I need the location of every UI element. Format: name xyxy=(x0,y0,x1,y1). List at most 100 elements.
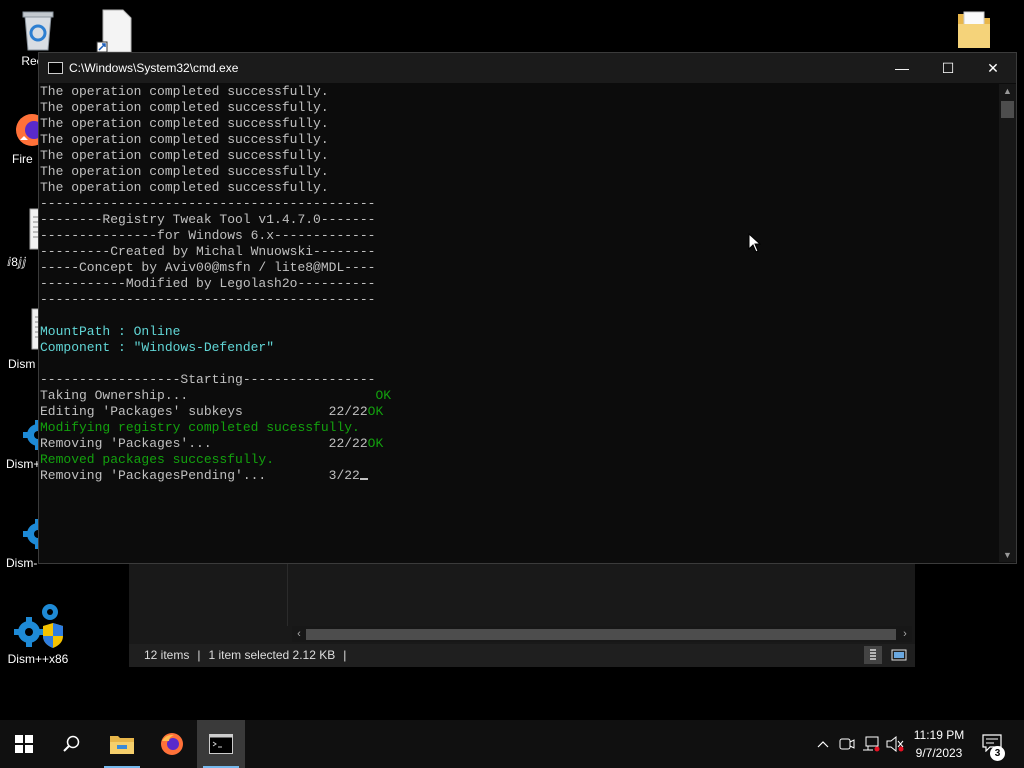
desktop: Recyc Fire ⅈ8ⅉⅉ xyxy=(0,0,1024,720)
console-line: The operation completed successfully. xyxy=(40,180,999,196)
console-line: MountPath : Online xyxy=(40,324,999,340)
camera-tray-button[interactable] xyxy=(837,720,857,768)
start-button[interactable] xyxy=(0,720,48,768)
console-line: Editing 'Packages' subkeys 22/22OK xyxy=(40,404,999,420)
console-line-text: MountPath : Online xyxy=(40,324,181,339)
status-bar: 12 items | 1 item selected 2.12 KB | xyxy=(129,644,915,667)
firefox-icon xyxy=(161,733,183,755)
network-tray-button[interactable] xyxy=(861,720,881,768)
scrollbar-thumb[interactable] xyxy=(306,629,896,640)
volume-tray-button[interactable] xyxy=(884,720,906,768)
console-line: ---------Created by Michal Wnuowski-----… xyxy=(40,244,999,260)
console-line: Modifying registry completed sucessfully… xyxy=(40,420,999,436)
console-line: Removing 'PackagesPending'... 3/22 xyxy=(40,468,999,484)
file-explorer-icon xyxy=(110,736,134,754)
console-line: -----------Modified by Legolash2o-------… xyxy=(40,276,999,292)
console-line: ----------------------------------------… xyxy=(40,196,999,212)
console-line-text: Removing 'PackagesPending'... 3/22 xyxy=(40,468,360,483)
console-line-text: Editing 'Packages' subkeys 22/22 xyxy=(40,404,368,419)
console-line: The operation completed successfully. xyxy=(40,148,999,164)
show-hidden-icons-button[interactable] xyxy=(813,720,833,768)
console-status-padding xyxy=(188,388,375,403)
console-line: -----Concept by Aviv00@msfn / lite8@MDL-… xyxy=(40,260,999,276)
console-line-text: Removing 'Packages'... 22/22 xyxy=(40,436,368,451)
console-line-text: -----------Modified by Legolash2o-------… xyxy=(40,276,376,291)
horizontal-scrollbar[interactable]: ‹ › xyxy=(292,626,912,642)
scrollbar-thumb[interactable] xyxy=(1001,101,1014,118)
console-line: The operation completed successfully. xyxy=(40,164,999,180)
console-line-text: Component : "Windows-Defender" xyxy=(40,340,275,355)
console-output[interactable]: The operation completed successfully. The… xyxy=(39,84,999,562)
desktop-icon-dism-x86[interactable]: Dism++x86 xyxy=(0,600,76,666)
cmd-window[interactable]: C:\Windows\System32\cmd.exe — ☐ ✕ The op… xyxy=(38,52,1017,564)
console-line-text: ----------------------------------------… xyxy=(40,196,376,211)
console-line-text: The operation completed successfully. xyxy=(40,180,329,195)
close-button[interactable]: ✕ xyxy=(970,53,1016,83)
details-view-icon[interactable] xyxy=(864,646,882,664)
console-line: Component : "Windows-Defender" xyxy=(40,340,999,356)
search-button[interactable] xyxy=(48,720,96,768)
console-line-text: The operation completed successfully. xyxy=(40,84,329,99)
minimize-button[interactable]: — xyxy=(879,53,925,83)
console-line: ---------------for Windows 6.x----------… xyxy=(40,228,999,244)
clock-date: 9/7/2023 xyxy=(915,746,963,760)
console-line-text: --------Registry Tweak Tool v1.4.7.0----… xyxy=(40,212,376,227)
console-line-text: The operation completed successfully. xyxy=(40,148,329,163)
taskbar-cmd[interactable] xyxy=(197,720,245,768)
console-line: --------Registry Tweak Tool v1.4.7.0----… xyxy=(40,212,999,228)
desktop-icon-label: Dism++x86 xyxy=(7,652,69,666)
scroll-down-arrow-icon[interactable]: ▼ xyxy=(999,548,1016,562)
console-line-text: -----Concept by Aviv00@msfn / lite8@MDL-… xyxy=(40,260,376,275)
scroll-right-arrow-icon[interactable]: › xyxy=(898,626,912,642)
cmd-icon xyxy=(209,734,233,754)
network-icon xyxy=(863,736,880,752)
desktop-icon-folder[interactable] xyxy=(936,8,1012,52)
console-line-text: ----------------------------------------… xyxy=(40,292,376,307)
meet-now-icon xyxy=(839,738,855,750)
console-line: ----------------------------------------… xyxy=(40,292,999,308)
cmd-app-icon[interactable] xyxy=(48,62,63,74)
scroll-left-arrow-icon[interactable]: ‹ xyxy=(292,626,306,642)
cmd-titlebar[interactable]: C:\Windows\System32\cmd.exe — ☐ ✕ xyxy=(39,53,1016,83)
console-line: The operation completed successfully. xyxy=(40,84,999,100)
console-line-text: Taking Ownership... xyxy=(40,388,189,403)
console-status-ok: OK xyxy=(375,388,392,403)
console-line-text: Modifying registry completed sucessfully… xyxy=(40,420,360,435)
desktop-icon-file-shortcut[interactable] xyxy=(78,8,154,54)
console-line-text: Removed packages successfully. xyxy=(40,452,275,467)
console-line: ------------------Starting--------------… xyxy=(40,372,999,388)
file-explorer-window: ‹ › 12 items | 1 item selected 2.12 KB | xyxy=(129,560,915,667)
folder-icon xyxy=(958,11,990,48)
file-shortcut-icon xyxy=(96,9,132,53)
vertical-scrollbar[interactable]: ▲ ▼ xyxy=(999,84,1016,562)
recycle-bin-icon xyxy=(22,11,54,51)
notification-badge: 3 xyxy=(990,746,1005,761)
dism-shield-icon xyxy=(14,604,63,648)
console-line: Removed packages successfully. xyxy=(40,452,999,468)
search-icon xyxy=(63,735,80,752)
taskbar-file-explorer[interactable] xyxy=(98,720,146,768)
mouse-pointer-icon xyxy=(748,233,762,253)
maximize-button[interactable]: ☐ xyxy=(925,53,971,83)
taskbar-firefox[interactable] xyxy=(148,720,196,768)
console-line: Removing 'Packages'... 22/22OK xyxy=(40,436,999,452)
navigation-pane[interactable] xyxy=(129,560,288,626)
console-line: The operation completed successfully. xyxy=(40,116,999,132)
text-cursor xyxy=(359,478,368,480)
item-count: 12 items xyxy=(144,648,190,662)
clock[interactable]: 11:19 PM 9/7/2023 xyxy=(905,726,973,762)
selection-info: 1 item selected 2.12 KB xyxy=(208,648,336,662)
large-icons-view-icon[interactable] xyxy=(890,646,908,664)
chevron-up-icon xyxy=(817,741,829,748)
console-line-text: The operation completed successfully. xyxy=(40,164,329,179)
action-center-button[interactable]: 3 xyxy=(976,720,1010,768)
console-status-ok: OK xyxy=(367,404,384,419)
scroll-up-arrow-icon[interactable]: ▲ xyxy=(999,84,1016,98)
console-line: The operation completed successfully. xyxy=(40,132,999,148)
console-status-ok: OK xyxy=(367,436,384,451)
console-line-text: The operation completed successfully. xyxy=(40,116,329,131)
console-line: Taking Ownership... OK xyxy=(40,388,999,404)
status-separator: | xyxy=(343,648,347,662)
